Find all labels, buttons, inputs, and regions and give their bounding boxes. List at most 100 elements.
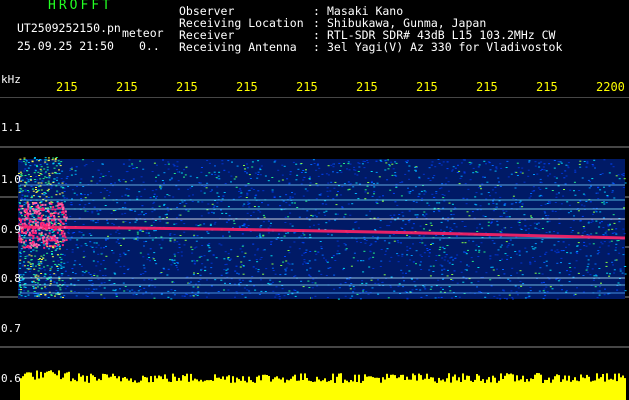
noise-bar: [38, 378, 40, 400]
noise-pixel: [395, 186, 398, 188]
noise-pixel: [195, 240, 198, 242]
noise-pixel: [280, 265, 283, 266]
noise-pixel: [435, 255, 438, 257]
noise-pixel: [439, 291, 442, 293]
noise-pixel: [312, 278, 315, 280]
noise-pixel: [342, 269, 344, 271]
noise-bar: [532, 379, 534, 400]
noise-pixel: [515, 236, 518, 238]
noise-bar: [284, 382, 286, 400]
noise-pixel: [451, 203, 454, 205]
noise-pixel: [309, 267, 312, 269]
noise-pixel: [430, 164, 433, 166]
noise-pixel: [601, 173, 604, 175]
noise-bar: [72, 378, 74, 400]
noise-pixel: [134, 167, 137, 169]
noise-pixel: [89, 274, 92, 275]
noise-pixel: [208, 250, 210, 252]
echo-pixel: [34, 229, 37, 232]
noise-pixel: [486, 181, 489, 183]
noise-pixel: [258, 235, 261, 237]
noise-pixel: [418, 193, 421, 195]
noise-pixel: [608, 275, 611, 277]
noise-pixel: [546, 291, 549, 293]
noise-pixel: [19, 287, 22, 288]
noise-pixel: [43, 168, 46, 170]
noise-pixel: [599, 211, 602, 213]
noise-bar: [440, 380, 442, 400]
noise-pixel: [233, 178, 236, 180]
noise-pixel: [368, 266, 371, 268]
noise-pixel: [356, 260, 359, 262]
noise-pixel: [521, 203, 524, 205]
noise-pixel: [534, 165, 537, 167]
noise-pixel: [253, 206, 256, 207]
noise-pixel: [568, 281, 571, 283]
noise-pixel: [142, 230, 145, 232]
noise-pixel: [91, 210, 94, 212]
noise-pixel: [334, 213, 337, 215]
noise-pixel: [196, 260, 199, 262]
noise-pixel: [427, 177, 430, 179]
noise-pixel: [301, 254, 304, 256]
noise-pixel: [425, 224, 428, 225]
noise-pixel: [262, 214, 265, 216]
noise-bar: [406, 376, 408, 400]
noise-pixel: [545, 215, 547, 217]
noise-pixel: [227, 219, 230, 221]
noise-pixel: [435, 260, 438, 261]
noise-pixel: [53, 281, 56, 283]
noise-bar: [74, 379, 76, 400]
noise-pixel: [568, 204, 571, 206]
noise-pixel: [291, 192, 293, 193]
noise-pixel: [574, 194, 577, 196]
noise-pixel: [420, 256, 423, 257]
noise-pixel: [595, 220, 598, 222]
noise-pixel: [51, 231, 54, 233]
noise-pixel: [608, 185, 611, 187]
echo-pixel: [32, 202, 35, 205]
noise-pixel: [405, 272, 407, 274]
noise-pixel: [309, 182, 312, 184]
noise-pixel: [461, 221, 464, 222]
noise-bar: [308, 380, 310, 400]
noise-pixel: [44, 157, 47, 159]
echo-pixel: [52, 206, 55, 208]
noise-pixel: [32, 190, 35, 192]
noise-pixel: [503, 204, 506, 206]
noise-pixel: [26, 201, 29, 203]
noise-pixel: [256, 261, 259, 263]
noise-pixel: [320, 273, 323, 275]
noise-pixel: [294, 295, 297, 297]
noise-pixel: [294, 231, 297, 233]
noise-pixel: [589, 181, 591, 183]
noise-pixel: [196, 273, 199, 274]
noise-pixel: [184, 293, 187, 295]
noise-pixel: [617, 174, 620, 176]
noise-pixel: [355, 182, 358, 184]
noise-pixel: [161, 180, 164, 181]
noise-bar: [118, 376, 120, 400]
noise-pixel: [139, 213, 142, 215]
noise-pixel: [449, 231, 452, 232]
noise-pixel: [570, 210, 573, 212]
noise-pixel: [381, 282, 384, 283]
noise-pixel: [622, 247, 625, 249]
noise-pixel: [583, 227, 586, 229]
echo-pixel: [35, 222, 37, 225]
noise-pixel: [278, 281, 281, 283]
noise-pixel: [565, 175, 568, 177]
noise-pixel: [545, 232, 548, 233]
noise-pixel: [338, 287, 341, 289]
noise-pixel: [593, 211, 595, 213]
noise-pixel: [23, 243, 26, 245]
noise-pixel: [492, 269, 495, 271]
noise-bar: [328, 381, 330, 400]
noise-pixel: [394, 172, 397, 174]
noise-pixel: [136, 239, 139, 241]
noise-pixel: [167, 268, 170, 270]
noise-pixel: [206, 231, 209, 233]
noise-pixel: [555, 252, 558, 254]
noise-pixel: [446, 220, 449, 222]
noise-pixel: [491, 189, 494, 191]
